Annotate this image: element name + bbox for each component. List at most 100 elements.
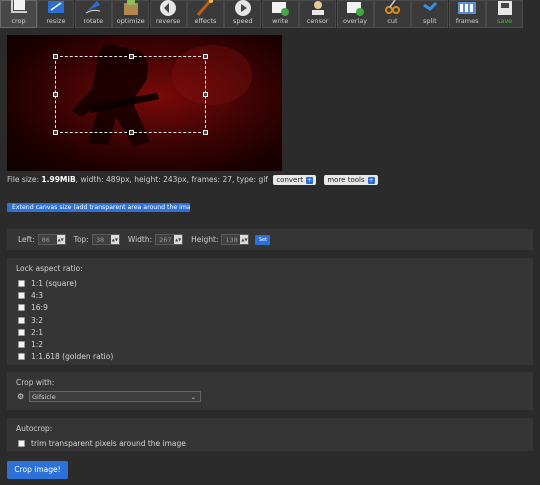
height-value: 138 [225, 235, 238, 244]
aspect-option-label: 1:1 (square) [31, 278, 77, 288]
checkbox[interactable] [18, 304, 25, 312]
height-input[interactable]: 138 ▲▼ [221, 234, 250, 245]
width-value: 267 [159, 235, 172, 244]
plus-icon: + [367, 177, 375, 184]
crop-image-button[interactable]: Crop image! [7, 461, 68, 479]
tool-toolbar: crop resize rotate optimize reverse effe… [0, 0, 524, 28]
extend-canvas-button[interactable]: Extend canvas size (add transparent area… [7, 203, 190, 212]
tool-reverse[interactable]: reverse [149, 0, 187, 28]
tool-label: censor [306, 17, 329, 25]
checkbox[interactable] [18, 279, 25, 287]
tool-label: speed [233, 17, 253, 25]
left-input[interactable]: 86 ▲▼ [37, 234, 66, 245]
crop-handle-ne[interactable] [203, 54, 208, 59]
aspect-option-label: 1:1.618 (golden ratio) [31, 352, 114, 362]
tool-censor[interactable]: censor [299, 0, 337, 28]
tool-label: split [422, 17, 437, 25]
file-size-prefix: File size: [7, 175, 40, 184]
overlay-icon [347, 2, 365, 16]
checkbox[interactable] [18, 316, 25, 324]
checkbox[interactable] [18, 328, 25, 336]
tool-effects[interactable]: effects [186, 0, 224, 28]
tool-rotate[interactable]: rotate [74, 0, 112, 28]
tool-speed[interactable]: speed [224, 0, 262, 28]
stepper-arrows-icon[interactable]: ▲▼ [56, 235, 65, 244]
tool-overlay[interactable]: overlay [336, 0, 374, 28]
crop-with-title: Crop with: [16, 378, 55, 387]
tool-label: effects [194, 17, 217, 25]
top-input[interactable]: 38 ▲▼ [91, 234, 120, 245]
left-value: 86 [41, 235, 50, 244]
left-label: Left: [18, 235, 35, 244]
crop-coordinates-panel: Left: 86 ▲▼ Top: 38 ▲▼ Width: 267 ▲▼ Height… [7, 229, 533, 250]
crop-engine-value: Gifsicle [32, 392, 56, 401]
aspect-option-label: 3:2 [31, 315, 44, 325]
tool-crop[interactable]: crop [0, 0, 37, 28]
checkbox[interactable] [18, 353, 25, 361]
aspect-option[interactable]: 3:2 [16, 314, 533, 326]
resize-icon [47, 1, 64, 13]
crop-handle-se[interactable] [203, 130, 208, 135]
file-size-value: 1.99MiB [41, 175, 76, 184]
set-button[interactable]: Set [255, 234, 271, 245]
aspect-option-label: 16:9 [31, 303, 48, 313]
file-info: File size: 1.99MiB, width: 489px, height… [7, 175, 378, 185]
tool-label: cut [387, 17, 398, 25]
stepper-arrows-icon[interactable]: ▲▼ [174, 235, 183, 244]
stepper-arrows-icon[interactable]: ▲▼ [110, 235, 119, 244]
file-dimensions: , width: 489px, height: 243px, frames: 2… [75, 175, 268, 184]
tool-label: frames [455, 17, 479, 25]
aspect-ratio-title: Lock aspect ratio: [16, 264, 83, 273]
image-preview[interactable] [7, 35, 282, 171]
tool-split[interactable]: split [411, 0, 449, 28]
aspect-option[interactable]: 1:1.618 (golden ratio) [16, 351, 533, 363]
censor-icon [311, 1, 324, 15]
crop-handle-sw[interactable] [53, 130, 58, 135]
aspect-option[interactable]: 1:2 [16, 338, 533, 350]
checkbox[interactable] [18, 291, 25, 299]
convert-button[interactable]: convert + [273, 175, 316, 185]
width-input[interactable]: 267 ▲▼ [155, 234, 184, 245]
autocrop-option[interactable]: trim transparent pixels around the image [16, 437, 533, 449]
tool-frames[interactable]: frames [448, 0, 486, 28]
autocrop-option-label: trim transparent pixels around the image [31, 438, 186, 448]
height-label: Height: [191, 235, 219, 244]
aspect-option[interactable]: 16:9 [16, 302, 533, 314]
scissors-icon [385, 0, 401, 14]
aspect-option[interactable]: 4:3 [16, 289, 533, 301]
crop-handle-nw[interactable] [53, 54, 58, 59]
tool-label: overlay [342, 17, 368, 25]
tool-write[interactable]: write [261, 0, 299, 28]
checkbox[interactable] [18, 341, 25, 349]
crop-handle-n[interactable] [129, 54, 134, 59]
frames-icon [458, 2, 477, 14]
stepper-arrows-icon[interactable]: ▲▼ [240, 235, 249, 244]
tool-label: write [272, 17, 289, 25]
aspect-option[interactable]: 2:1 [16, 326, 533, 338]
crop-engine-select[interactable]: Gifsicle ⌄ [29, 391, 201, 402]
aspect-option-label: 4:3 [31, 290, 44, 300]
crop-handle-w[interactable] [53, 92, 58, 97]
aspect-option-label: 2:1 [31, 327, 44, 337]
tool-save[interactable]: save [486, 0, 524, 28]
autocrop-title: Autocrop: [16, 424, 53, 433]
more-tools-button[interactable]: more tools + [324, 175, 378, 185]
reverse-icon [160, 0, 177, 16]
tool-label: crop [11, 17, 26, 25]
tool-optimize[interactable]: optimize [112, 0, 150, 28]
aspect-option[interactable]: 1:1 (square) [16, 277, 533, 289]
crop-selection[interactable] [53, 54, 208, 135]
save-icon [497, 1, 512, 15]
tool-label: resize [46, 17, 66, 25]
crop-handle-e[interactable] [203, 92, 208, 97]
top-value: 38 [95, 235, 105, 244]
tool-label: reverse [155, 17, 181, 25]
write-icon [272, 2, 290, 16]
aspect-ratio-panel: Lock aspect ratio: 1:1 (square) 4:3 16:9… [7, 258, 533, 365]
crop-handle-s[interactable] [129, 130, 134, 135]
tool-label: save [496, 17, 513, 25]
tool-cut[interactable]: cut [373, 0, 411, 28]
aspect-option-label: 1:2 [31, 340, 44, 350]
tool-resize[interactable]: resize [37, 0, 75, 28]
checkbox[interactable] [18, 439, 25, 447]
